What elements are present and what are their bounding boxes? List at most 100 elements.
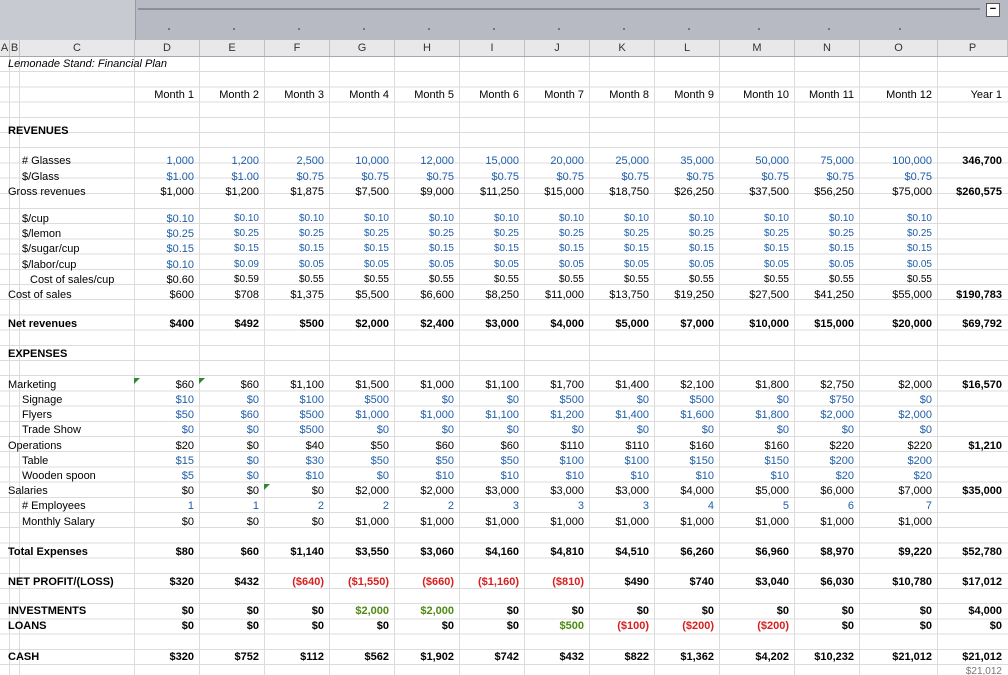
data-cell[interactable]: $0.05: [655, 258, 714, 272]
data-cell[interactable]: $2,000: [395, 604, 454, 618]
data-cell[interactable]: $4,000: [655, 484, 714, 498]
data-cell[interactable]: $2,000: [330, 604, 389, 618]
data-cell[interactable]: $0.75: [525, 170, 584, 184]
data-cell[interactable]: $6,260: [655, 545, 714, 559]
data-cell[interactable]: ($200): [720, 619, 789, 633]
data-cell[interactable]: $0: [795, 423, 854, 437]
data-cell[interactable]: ($1,160): [460, 575, 519, 589]
data-cell[interactable]: $10: [460, 469, 519, 483]
data-cell[interactable]: $3,550: [330, 545, 389, 559]
data-cell[interactable]: $0: [135, 423, 194, 437]
data-cell[interactable]: $3,000: [525, 484, 584, 498]
data-cell[interactable]: $30: [265, 454, 324, 468]
data-cell[interactable]: 12,000: [395, 154, 454, 168]
row-label[interactable]: CASH: [8, 650, 39, 664]
data-cell[interactable]: $0: [720, 423, 789, 437]
data-cell[interactable]: $320: [135, 650, 194, 664]
comment-indicator-icon[interactable]: [199, 377, 205, 384]
data-cell[interactable]: $0: [265, 604, 324, 618]
data-cell[interactable]: $0.10: [135, 258, 194, 272]
row-label[interactable]: Operations: [8, 439, 62, 453]
data-cell[interactable]: $0: [590, 393, 649, 407]
data-cell[interactable]: $110: [590, 439, 649, 453]
data-cell[interactable]: $18,750: [590, 185, 649, 199]
data-cell[interactable]: $60: [395, 439, 454, 453]
year-total-cell[interactable]: $17,012: [938, 575, 1002, 589]
data-cell[interactable]: $0: [720, 393, 789, 407]
column-header-e[interactable]: E: [200, 40, 265, 56]
data-cell[interactable]: $20: [860, 469, 932, 483]
data-cell[interactable]: $1,000: [860, 515, 932, 529]
data-cell[interactable]: $0: [200, 469, 259, 483]
data-cell[interactable]: 75,000: [795, 154, 854, 168]
data-cell[interactable]: $0.05: [795, 258, 854, 272]
data-cell[interactable]: $0.05: [860, 258, 932, 272]
data-cell[interactable]: $0.25: [265, 227, 324, 241]
data-cell[interactable]: $1,200: [525, 408, 584, 422]
data-cell[interactable]: $0: [330, 469, 389, 483]
data-cell[interactable]: $13,750: [590, 288, 649, 302]
data-cell[interactable]: $160: [655, 439, 714, 453]
data-cell[interactable]: $10: [265, 469, 324, 483]
data-cell[interactable]: $0: [525, 604, 584, 618]
data-cell[interactable]: ($200): [655, 619, 714, 633]
data-cell[interactable]: $0.25: [655, 227, 714, 241]
data-cell[interactable]: $0: [720, 604, 789, 618]
data-cell[interactable]: $0.55: [655, 273, 714, 287]
data-cell[interactable]: $0.15: [590, 242, 649, 256]
year-total-cell[interactable]: $260,575: [938, 185, 1002, 199]
header-cell[interactable]: Month 3: [265, 88, 324, 102]
year-total-cell[interactable]: $0: [938, 619, 1002, 633]
data-cell[interactable]: $15,000: [795, 317, 854, 331]
data-cell[interactable]: $0.05: [265, 258, 324, 272]
row-label[interactable]: Wooden spoon: [22, 469, 96, 483]
data-cell[interactable]: $0: [655, 423, 714, 437]
data-cell[interactable]: $0: [860, 423, 932, 437]
data-cell[interactable]: $0: [655, 604, 714, 618]
data-cell[interactable]: $20: [795, 469, 854, 483]
column-header-k[interactable]: K: [590, 40, 655, 56]
data-cell[interactable]: $432: [525, 650, 584, 664]
data-cell[interactable]: ($810): [525, 575, 584, 589]
header-cell[interactable]: Month 12: [860, 88, 932, 102]
data-cell[interactable]: $0.55: [860, 273, 932, 287]
data-cell[interactable]: $0.55: [525, 273, 584, 287]
data-cell[interactable]: 1,000: [135, 154, 194, 168]
data-cell[interactable]: $60: [135, 378, 194, 392]
data-cell[interactable]: $0.15: [460, 242, 519, 256]
name-box-area[interactable]: [0, 0, 136, 40]
data-cell[interactable]: $1,500: [330, 378, 389, 392]
data-cell[interactable]: ($640): [265, 575, 324, 589]
data-cell[interactable]: $0.10: [795, 212, 854, 226]
data-cell[interactable]: $27,500: [720, 288, 789, 302]
header-cell[interactable]: Month 10: [720, 88, 789, 102]
data-cell[interactable]: $0.05: [460, 258, 519, 272]
data-cell[interactable]: $0: [135, 515, 194, 529]
data-cell[interactable]: $0.10: [330, 212, 389, 226]
data-cell[interactable]: $500: [265, 408, 324, 422]
row-label[interactable]: EXPENSES: [8, 347, 67, 361]
data-cell[interactable]: $0: [200, 484, 259, 498]
year-total-cell[interactable]: $1,210: [938, 439, 1002, 453]
data-cell[interactable]: $600: [135, 288, 194, 302]
data-cell[interactable]: $822: [590, 650, 649, 664]
row-label[interactable]: Signage: [22, 393, 62, 407]
data-cell[interactable]: $0.10: [200, 212, 259, 226]
data-cell[interactable]: 3: [590, 499, 649, 513]
comment-indicator-icon[interactable]: [264, 484, 270, 491]
data-cell[interactable]: $0: [330, 619, 389, 633]
data-cell[interactable]: $7,500: [330, 185, 389, 199]
data-cell[interactable]: $220: [860, 439, 932, 453]
data-cell[interactable]: $0: [460, 619, 519, 633]
row-label[interactable]: Cost of sales: [8, 288, 72, 302]
data-cell[interactable]: $2,000: [395, 484, 454, 498]
data-cell[interactable]: $0.60: [135, 273, 194, 287]
data-cell[interactable]: $7,000: [655, 317, 714, 331]
data-cell[interactable]: $500: [655, 393, 714, 407]
data-cell[interactable]: $0.75: [330, 170, 389, 184]
data-cell[interactable]: 7: [860, 499, 932, 513]
data-cell[interactable]: $3,000: [460, 317, 519, 331]
data-cell[interactable]: $1,375: [265, 288, 324, 302]
data-cell[interactable]: $0.10: [460, 212, 519, 226]
data-cell[interactable]: $0.10: [655, 212, 714, 226]
